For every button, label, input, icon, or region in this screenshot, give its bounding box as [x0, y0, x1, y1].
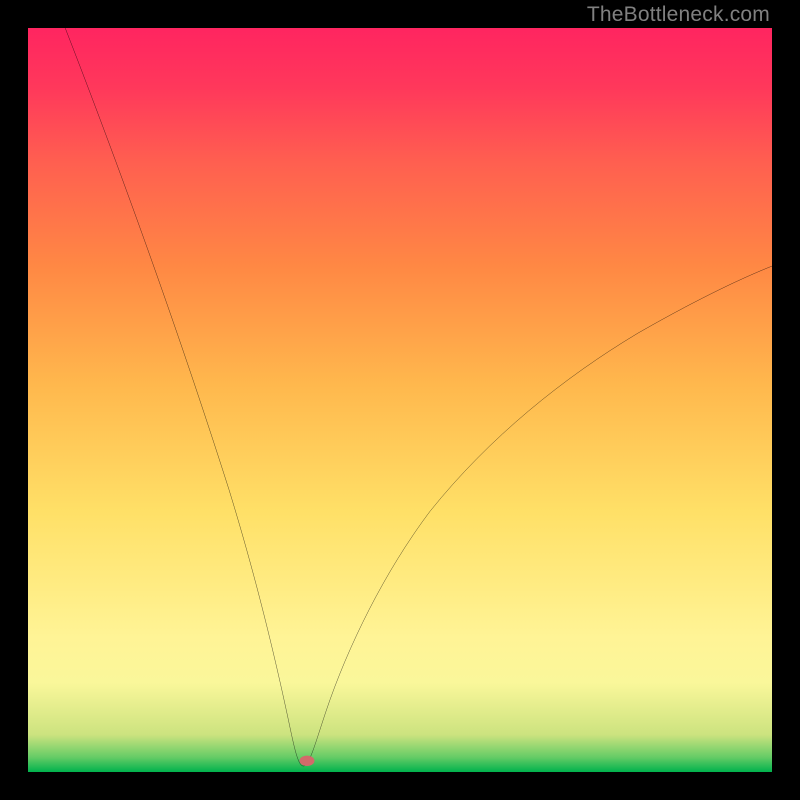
bottleneck-curve [65, 28, 772, 766]
watermark-text: TheBottleneck.com [587, 3, 770, 27]
plot-area [28, 28, 772, 772]
chart-frame: TheBottleneck.com [0, 0, 800, 800]
minimum-marker [300, 756, 315, 766]
curve-svg [28, 28, 772, 772]
